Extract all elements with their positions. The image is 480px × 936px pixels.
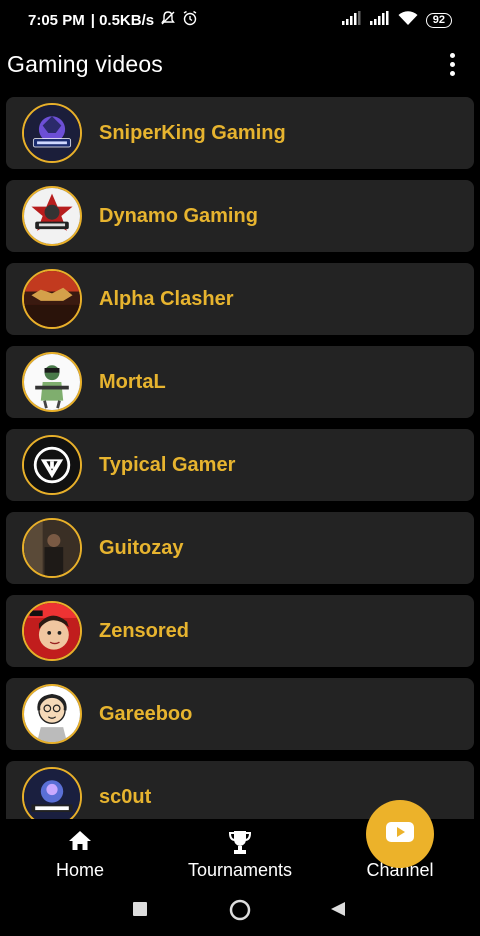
home-circle-icon[interactable] [229,899,251,926]
back-icon[interactable] [330,901,346,922]
zensored-avatar [22,601,82,661]
notification-off-icon [160,10,176,30]
channel-name: Dynamo Gaming [99,204,258,227]
alarm-icon [182,10,198,30]
page-title: Gaming videos [7,50,164,77]
channel-list[interactable]: SniperKing Gaming Dynamo Gaming Alpha Cl… [6,97,474,819]
channel-name: Typical Gamer [99,453,236,476]
channel-card[interactable]: Dynamo Gaming [6,180,474,252]
channel-name: Guitozay [99,536,184,559]
channel-card[interactable]: MortaL [6,346,474,418]
alpha-clasher-avatar [22,269,82,329]
channel-fab-button[interactable] [366,800,434,868]
signal-icon-2 [369,11,390,29]
channel-card[interactable]: Alpha Clasher [6,263,474,335]
channel-name: sc0ut [99,785,152,808]
status-right: 92 [341,10,452,30]
sniperking-avatar [22,103,82,163]
system-nav-bar [0,889,480,936]
channel-card[interactable]: Guitozay [6,512,474,584]
nav-home-label: Home [55,860,104,880]
recents-icon[interactable] [132,901,148,922]
status-time: 7:05 PM [28,11,85,29]
nav-tournaments-label: Tournaments [187,860,293,880]
signal-icon-1 [341,11,362,29]
gareeboo-avatar [22,684,82,744]
nav-tournaments[interactable]: Tournaments [170,819,310,889]
wifi-icon [398,10,418,30]
guitozay-avatar [22,518,82,578]
battery-indicator: 92 [425,12,452,28]
youtube-icon [386,821,414,847]
mortal-avatar [22,352,82,412]
status-left: 7:05 PM | 0.5KB/s [28,10,198,30]
channel-card[interactable]: Zensored [6,595,474,667]
status-bar: 7:05 PM | 0.5KB/s 92 [0,0,480,40]
channel-card[interactable]: Typical Gamer [6,429,474,501]
scout-avatar [22,767,82,819]
channel-name: Zensored [99,619,190,642]
nav-home[interactable]: Home [40,819,120,889]
more-vert-icon[interactable] [442,50,462,78]
dynamo-avatar [22,186,82,246]
home-icon [68,829,92,856]
channel-name: Gareeboo [99,702,193,725]
channel-name: Alpha Clasher [99,287,234,310]
trophy-icon [227,829,253,860]
channel-name: MortaL [99,370,166,393]
channel-card[interactable]: Gareeboo [6,678,474,750]
channel-card[interactable]: SniperKing Gaming [6,97,474,169]
status-net-speed: | 0.5KB/s [90,11,155,29]
channel-name: SniperKing Gaming [99,121,286,144]
typical-gamer-avatar [22,435,82,495]
app-bar: Gaming videos [0,40,480,88]
